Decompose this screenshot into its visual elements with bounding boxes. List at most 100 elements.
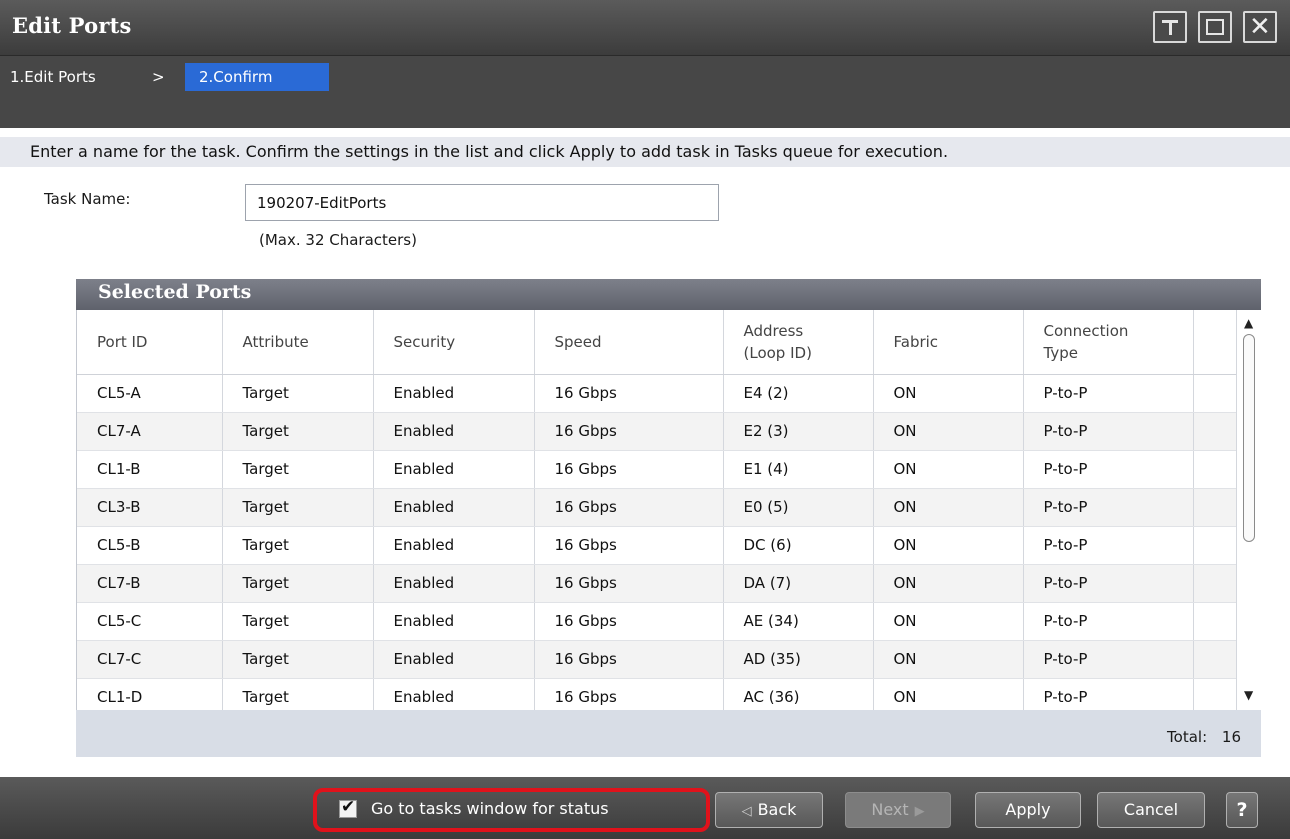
title-bar: Edit Ports ✕ [0, 0, 1290, 56]
column-header[interactable]: Attribute [222, 310, 374, 375]
table-cell: P-to-P [1023, 678, 1194, 710]
selected-ports-panel: Selected Ports Port ID Attribute Securit… [76, 279, 1261, 757]
table-cell: ON [873, 412, 1024, 451]
table-cell: 16 Gbps [534, 564, 724, 603]
table-cell: CL1-B [77, 450, 223, 489]
pin-icon[interactable] [1153, 11, 1187, 43]
column-header[interactable]: Address (Loop ID) [723, 310, 874, 375]
table-cell: E4 (2) [723, 374, 874, 413]
table-cell: DC (6) [723, 526, 874, 565]
panel-title: Selected Ports [98, 281, 252, 303]
table-cell: Target [222, 412, 374, 451]
table-row[interactable]: CL1-B Target Enabled 16 Gbps E1 (4) ON P-to-P [77, 450, 1236, 489]
table-row[interactable]: CL7-B Target Enabled 16 Gbps DA (7) ON P-to-P [77, 564, 1236, 603]
ports-table: Port ID Attribute Security Speed Address… [77, 310, 1236, 710]
table-cell: CL5-C [77, 602, 223, 641]
table-cell: Target [222, 526, 374, 565]
step-confirm: 2.Confirm [185, 63, 329, 91]
table-cell: 16 Gbps [534, 678, 724, 710]
table-cell: CL7-B [77, 564, 223, 603]
table-cell: 16 Gbps [534, 412, 724, 451]
table-cell: E1 (4) [723, 450, 874, 489]
table-cell: 16 Gbps [534, 602, 724, 641]
table-cell: P-to-P [1023, 640, 1194, 679]
column-header[interactable]: Port ID [77, 310, 223, 375]
footer-bar: ✔ Go to tasks window for status ◁ Back Ne… [0, 777, 1290, 839]
column-header[interactable]: Fabric [873, 310, 1024, 375]
table-body: CL5-A Target Enabled 16 Gbps E4 (2) ON P-to-P C… [77, 374, 1236, 710]
table-cell: CL5-B [77, 526, 223, 565]
table-cell: Target [222, 602, 374, 641]
table-cell: P-to-P [1023, 564, 1194, 603]
table-cell: Target [222, 678, 374, 710]
table-cell: 16 Gbps [534, 640, 724, 679]
help-button[interactable]: ? [1226, 792, 1258, 828]
back-button[interactable]: ◁ Back [715, 792, 823, 828]
table-row[interactable]: CL5-B Target Enabled 16 Gbps DC (6) ON P-to-P [77, 526, 1236, 565]
maximize-icon[interactable] [1198, 11, 1232, 43]
table-cell: Enabled [373, 374, 535, 413]
table-row[interactable]: CL1-D Target Enabled 16 Gbps AC (36) ON P-to-P [77, 678, 1236, 710]
table-cell: CL3-B [77, 488, 223, 527]
table-cell: CL7-C [77, 640, 223, 679]
table-row[interactable]: CL3-B Target Enabled 16 Gbps E0 (5) ON P-to-P [77, 488, 1236, 527]
table-cell: Enabled [373, 678, 535, 710]
table-row[interactable]: CL5-A Target Enabled 16 Gbps E4 (2) ON P-to-P [77, 374, 1236, 413]
column-header[interactable]: Speed [534, 310, 724, 375]
table-cell: ON [873, 602, 1024, 641]
table-cell: Target [222, 488, 374, 527]
table-cell-empty [1193, 488, 1236, 527]
table-cell: ON [873, 450, 1024, 489]
apply-button[interactable]: Apply [975, 792, 1081, 828]
step-edit-ports[interactable]: 1.Edit Ports [10, 68, 96, 86]
task-name-hint: (Max. 32 Characters) [259, 231, 417, 249]
panel-header: Selected Ports [76, 279, 1261, 310]
table-cell: ON [873, 526, 1024, 565]
goto-tasks-checkbox[interactable]: ✔ [339, 797, 357, 818]
table-cell: Enabled [373, 412, 535, 451]
table-cell: P-to-P [1023, 602, 1194, 641]
table-header-row: Port ID Attribute Security Speed Address… [77, 310, 1236, 375]
table-cell: ON [873, 564, 1024, 603]
table-cell: ON [873, 374, 1024, 413]
scrollbar-thumb[interactable] [1243, 334, 1255, 542]
scroll-down-icon[interactable]: ▼ [1244, 688, 1253, 702]
table-cell-empty [1193, 678, 1236, 710]
table-row[interactable]: CL5-C Target Enabled 16 Gbps AE (34) ON P-to-P [77, 602, 1236, 641]
close-icon[interactable]: ✕ [1243, 11, 1277, 43]
table-cell: 16 Gbps [534, 450, 724, 489]
table-cell: ON [873, 640, 1024, 679]
vertical-scrollbar[interactable]: ▲ ▼ [1236, 310, 1261, 710]
table-cell: AE (34) [723, 602, 874, 641]
edit-ports-window: Edit Ports ✕ 1.Edit Ports > 2.Confirm En… [0, 0, 1290, 839]
goto-tasks-label[interactable]: Go to tasks window for status [371, 799, 609, 818]
table-row[interactable]: CL7-C Target Enabled 16 Gbps AD (35) ON P-to-P [77, 640, 1236, 679]
table-cell-empty [1193, 374, 1236, 413]
table-cell: P-to-P [1023, 488, 1194, 527]
table-cell-empty [1193, 640, 1236, 679]
step-separator: > [152, 68, 165, 86]
table-cell: CL7-A [77, 412, 223, 451]
table-cell: Target [222, 564, 374, 603]
table-cell: P-to-P [1023, 450, 1194, 489]
table-cell: Target [222, 374, 374, 413]
table-cell: Enabled [373, 640, 535, 679]
total-value: 16 [1221, 728, 1241, 746]
table-cell: AC (36) [723, 678, 874, 710]
table-cell: Enabled [373, 526, 535, 565]
instruction-text: Enter a name for the task. Confirm the s… [0, 137, 1290, 167]
table-cell-empty [1193, 526, 1236, 565]
column-header[interactable]: Connection Type [1023, 310, 1194, 375]
table-cell: 16 Gbps [534, 526, 724, 565]
table-cell: E2 (3) [723, 412, 874, 451]
task-name-input[interactable] [245, 184, 719, 221]
column-header-empty [1193, 310, 1236, 375]
scroll-up-icon[interactable]: ▲ [1244, 316, 1253, 330]
table-cell: CL5-A [77, 374, 223, 413]
table-cell: ON [873, 678, 1024, 710]
arrow-left-icon: ◁ [741, 804, 752, 819]
cancel-button[interactable]: Cancel [1097, 792, 1205, 828]
column-header[interactable]: Security [373, 310, 535, 375]
table-cell: Enabled [373, 564, 535, 603]
table-row[interactable]: CL7-A Target Enabled 16 Gbps E2 (3) ON P-to-P [77, 412, 1236, 451]
